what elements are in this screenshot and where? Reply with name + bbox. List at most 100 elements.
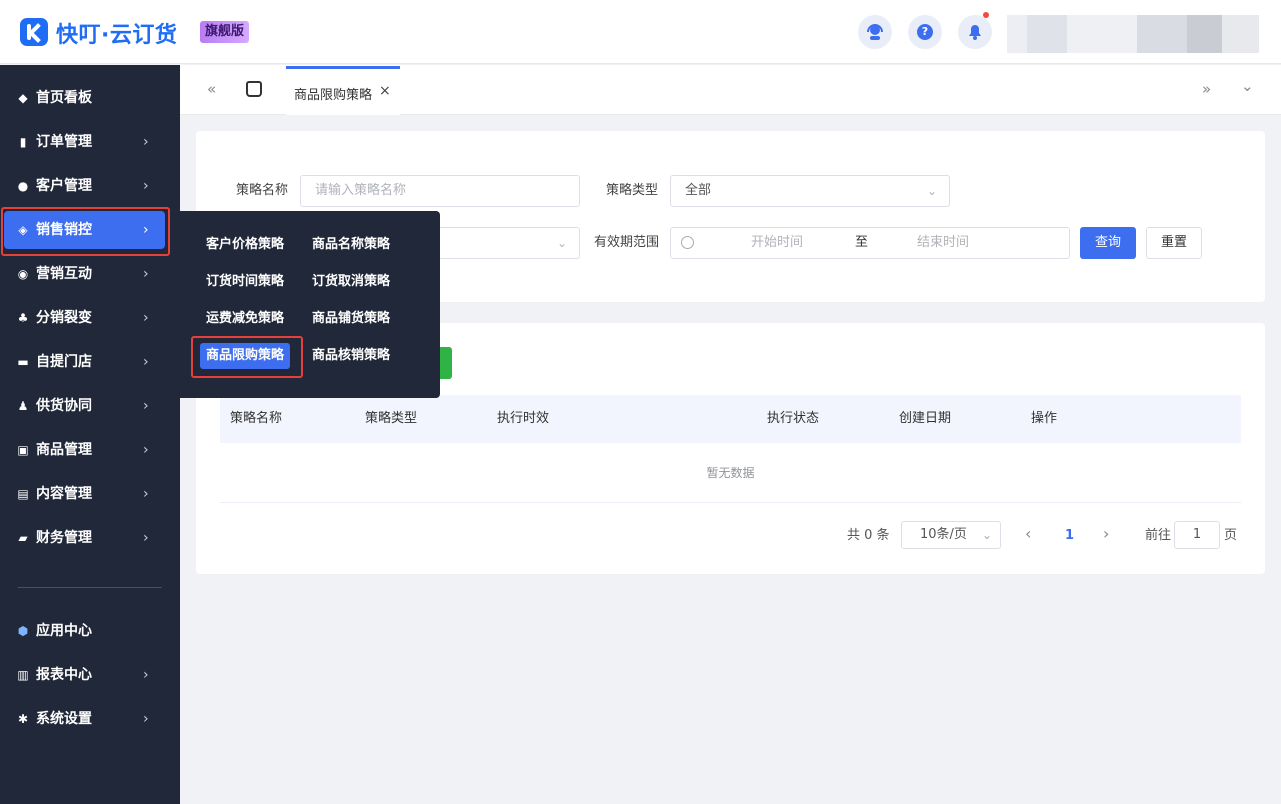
strategy-type-select[interactable]: 全部 ⌄ [670, 175, 950, 207]
highlight-box [1, 207, 170, 256]
highlight-box [191, 336, 303, 378]
top-header: 快叮·云订货 旗舰版 ? [0, 0, 1281, 64]
sidebar-item-label: 客户管理 [36, 178, 92, 194]
strategy-name-input[interactable]: 请输入策略名称 [300, 175, 580, 207]
sidebar-item-dashboard[interactable]: ◆ 首页看板 [0, 76, 180, 120]
sidebar-item-label: 自提门店 [36, 354, 92, 370]
sidebar-item-finance[interactable]: ▰ 财务管理 › [0, 516, 180, 560]
submenu-item-freight-discount[interactable]: 运费减免策略 [200, 306, 290, 332]
submenu-item-product-verification[interactable]: 商品核销策略 [306, 343, 396, 369]
supplier-icon: ♟ [17, 399, 29, 413]
bell-icon[interactable] [958, 12, 992, 49]
sidebar-item-label: 内容管理 [36, 486, 92, 502]
goto-label: 前往 [1145, 528, 1172, 543]
validity-range-label: 有效期范围 [594, 235, 660, 250]
strategy-name-label: 策略名称 [236, 183, 289, 198]
edition-badge: 旗舰版 [200, 21, 250, 43]
user-profile-blurred[interactable] [1007, 15, 1259, 53]
tabs-dropdown-icon[interactable]: ⌄ [1241, 77, 1254, 95]
sidebar-divider [18, 587, 162, 588]
user-icon: ● [17, 179, 29, 193]
range-separator: 至 [855, 235, 869, 250]
date-range-picker[interactable]: 开始时间 至 结束时间 [670, 227, 1070, 259]
column-header: 执行时效 [497, 411, 550, 426]
chevron-right-icon: › [143, 178, 149, 194]
sidebar-item-label: 报表中心 [36, 667, 92, 683]
chevron-down-icon: ⌄ [981, 528, 992, 542]
sidebar-item-label: 供货协同 [36, 398, 92, 414]
strategy-type-label: 策略类型 [606, 183, 659, 198]
chevron-right-icon: › [143, 310, 149, 326]
next-page-icon[interactable]: › [1103, 526, 1109, 542]
bag-icon: ▣ [17, 443, 29, 457]
sidebar-item-marketing[interactable]: ◉ 营销互动 › [0, 252, 180, 296]
column-header: 策略名称 [230, 411, 283, 426]
help-glyph: ? [917, 24, 933, 40]
collapse-sidebar-icon[interactable]: « [207, 80, 216, 98]
chevron-down-icon: ⌄ [556, 236, 567, 250]
tab-label: 商品限购策略 [294, 88, 373, 103]
chevron-right-icon: › [143, 398, 149, 414]
bar-chart-icon: ▥ [17, 668, 29, 682]
page-size-select[interactable]: 10条/页 ⌄ [901, 521, 1001, 549]
chevron-right-icon: › [143, 486, 149, 502]
customer-service-icon[interactable] [858, 15, 892, 49]
clock-icon [681, 236, 694, 249]
scroll-tabs-right-icon[interactable]: » [1202, 80, 1211, 98]
chevron-right-icon: › [143, 711, 149, 727]
hierarchy-icon: ♣ [17, 311, 29, 325]
submenu-item-customer-price[interactable]: 客户价格策略 [200, 232, 290, 258]
column-header: 创建日期 [899, 411, 952, 426]
start-date-input[interactable]: 开始时间 [751, 228, 803, 258]
sidebar-item-app-center[interactable]: ⬢ 应用中心 [0, 609, 180, 653]
sidebar-item-reports[interactable]: ▥ 报表中心 › [0, 653, 180, 697]
chevron-right-icon: › [143, 530, 149, 546]
submenu-item-product-distribution[interactable]: 商品铺货策略 [306, 306, 396, 332]
clipboard-icon: ▮ [19, 135, 27, 149]
sidebar-item-label: 系统设置 [36, 711, 92, 727]
sidebar-item-label: 财务管理 [36, 530, 92, 546]
chevron-right-icon: › [143, 442, 149, 458]
reset-button[interactable]: 重置 [1146, 227, 1202, 259]
current-page[interactable]: 1 [1065, 528, 1074, 544]
end-date-input[interactable]: 结束时间 [917, 228, 969, 258]
target-icon: ◉ [17, 267, 29, 281]
submenu-item-order-time[interactable]: 订货时间策略 [200, 269, 290, 295]
document-icon: ▤ [17, 487, 29, 501]
submenu-item-product-name[interactable]: 商品名称策略 [306, 232, 396, 258]
gear-icon: ✱ [17, 712, 29, 726]
sidebar-item-label: 首页看板 [36, 90, 92, 106]
help-icon[interactable]: ? [908, 15, 942, 49]
brand-name: 快叮·云订货 [56, 23, 178, 48]
sidebar-item-supply[interactable]: ♟ 供货协同 › [0, 384, 180, 428]
sidebar-item-orders[interactable]: ▮ 订单管理 › [0, 120, 180, 164]
empty-state: 暂无数据 [220, 443, 1241, 503]
page-unit: 页 [1224, 528, 1238, 543]
sidebar-item-pickup-stores[interactable]: ▬ 自提门店 › [0, 340, 180, 384]
close-icon[interactable]: × [379, 83, 391, 99]
sidebar-item-label: 应用中心 [36, 623, 92, 639]
sidebar-item-distribution[interactable]: ♣ 分销裂变 › [0, 296, 180, 340]
logo-icon [20, 18, 48, 46]
submenu-item-order-cancel[interactable]: 订货取消策略 [306, 269, 396, 295]
prev-page-icon[interactable]: ‹ [1025, 526, 1031, 542]
home-icon[interactable] [246, 81, 262, 97]
sidebar-item-content[interactable]: ▤ 内容管理 › [0, 472, 180, 516]
chevron-right-icon: › [143, 134, 149, 150]
chevron-right-icon: › [143, 266, 149, 282]
sidebar-item-customers[interactable]: ● 客户管理 › [0, 164, 180, 208]
sidebar-item-settings[interactable]: ✱ 系统设置 › [0, 697, 180, 741]
column-header: 执行状态 [767, 411, 820, 426]
tab-product-limit-strategy[interactable]: 商品限购策略 × [286, 66, 400, 115]
column-header: 操作 [1031, 411, 1058, 426]
page-size-value: 10条/页 [920, 527, 967, 542]
query-button[interactable]: 查询 [1080, 227, 1136, 259]
chevron-down-icon: ⌄ [926, 184, 937, 198]
second-select[interactable]: ⌄ [420, 227, 580, 259]
sidebar-item-label: 营销互动 [36, 266, 92, 282]
notification-badge [983, 12, 989, 18]
column-header: 策略类型 [365, 411, 418, 426]
pagination-total: 共 0 条 [847, 528, 890, 543]
goto-page-input[interactable]: 1 [1174, 521, 1220, 549]
sidebar-item-products[interactable]: ▣ 商品管理 › [0, 428, 180, 472]
